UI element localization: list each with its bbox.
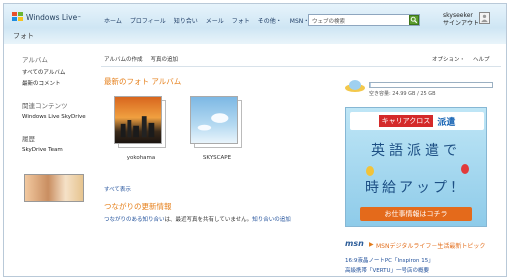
- add-contact-link[interactable]: 知り合いの追加: [252, 217, 291, 223]
- ad-brand: キャリアクロス 派遣: [350, 112, 484, 130]
- ad-banner[interactable]: キャリアクロス 派遣 英語派遣で 時給アップ！ お仕事情報はコチラ: [345, 107, 487, 227]
- nav-more[interactable]: その他・: [258, 16, 282, 25]
- nav-profile[interactable]: プロフィール: [130, 16, 166, 25]
- trademark: ™: [77, 14, 82, 20]
- brand-name: Windows Live: [26, 12, 78, 22]
- sidebar-item-all-albums[interactable]: すべてのアルバム: [22, 68, 92, 76]
- album-thumbnail: [190, 96, 238, 144]
- nav-home[interactable]: ホーム: [104, 16, 122, 25]
- header: Windows Live ™ フォト ホーム プロフィール 知り合い メール フォ…: [4, 4, 506, 44]
- sidebar-album-title: アルバム: [22, 56, 48, 64]
- recent-albums-title: 最新のフォト アルバム: [104, 77, 182, 86]
- ad-cta-button[interactable]: お仕事情報はコチラ: [360, 207, 472, 221]
- msn-title[interactable]: MSNデジタルライフ－生活最新トピック: [376, 241, 485, 250]
- balloon-icon: [366, 166, 374, 176]
- arrow-icon: ▶: [369, 241, 374, 248]
- sidebar-related-title: 関連コンテンツ: [22, 102, 68, 110]
- msn-logo[interactable]: msn: [345, 239, 364, 248]
- storage-bar: [369, 82, 493, 88]
- user-avatar-icon[interactable]: [479, 12, 490, 24]
- help-link[interactable]: ヘルプ: [473, 55, 490, 63]
- news-link-2[interactable]: 高級携帯「VERTU」一号店の概要: [345, 266, 429, 274]
- nav-msn[interactable]: MSN・: [290, 16, 309, 25]
- windows-live-logo[interactable]: Windows Live ™: [12, 12, 81, 22]
- browser-frame: Windows Live ™ フォト ホーム プロフィール 知り合い メール フォ…: [3, 3, 507, 277]
- nav-mail[interactable]: メール: [206, 16, 224, 25]
- updates-message: は、最近写真を共有していません。: [164, 217, 253, 223]
- nav-contacts[interactable]: 知り合い: [174, 16, 198, 25]
- signout-link[interactable]: サインアウト: [443, 20, 479, 28]
- sidebar: アルバム すべてのアルバム 最新のコメント 関連コンテンツ Windows Li…: [22, 54, 92, 156]
- connected-contacts-link[interactable]: つながりのある知り合い: [104, 217, 165, 223]
- divider: [101, 66, 501, 67]
- album-yokohama[interactable]: [114, 96, 168, 150]
- album-thumbnail: [114, 96, 162, 144]
- user-name[interactable]: skyseeker: [443, 12, 479, 20]
- storage-label: 空き容量: 24.99 GB / 25 GB: [369, 91, 436, 97]
- storage-icon: [345, 80, 365, 92]
- add-photos-button[interactable]: 写真の追加: [150, 55, 178, 63]
- sidebar-item-skydrive[interactable]: Windows Live SkyDrive: [22, 114, 92, 120]
- page-title: フォト: [13, 32, 34, 40]
- ad-brand-blue: 派遣: [437, 117, 456, 128]
- sidebar-item-recent-comments[interactable]: 最新のコメント: [22, 79, 92, 87]
- updates-line: つながりのある知り合いは、最近写真を共有していません。知り合いの追加: [104, 215, 291, 223]
- toolbar: アルバムの作成 写真の追加: [104, 55, 178, 63]
- nav-photos[interactable]: フォト: [232, 16, 250, 25]
- news-link-1[interactable]: 16:9液晶ノートPC「Inspiron 15」: [345, 256, 434, 264]
- ad-brand-red: キャリアクロス: [378, 115, 434, 127]
- updates-title: つながりの更新情報: [104, 202, 172, 211]
- search-button[interactable]: [409, 15, 419, 25]
- sidebar-ad-banner[interactable]: [24, 174, 84, 202]
- toolbar-right: オプション・ ヘルプ: [432, 55, 490, 63]
- album-label-skyscape[interactable]: SKYSCAPE: [187, 155, 247, 161]
- album-label-yokohama[interactable]: yokohama: [111, 155, 171, 161]
- ad-line2: 時給アップ！: [365, 180, 467, 196]
- options-menu[interactable]: オプション・: [432, 55, 465, 63]
- sidebar-history-title: 履歴: [22, 135, 35, 143]
- sidebar-item-skydrive-team[interactable]: SkyDrive Team: [22, 147, 92, 153]
- top-nav: ホーム プロフィール 知り合い メール フォト その他・ MSN・: [104, 16, 309, 25]
- search-input[interactable]: ウェブの検索: [308, 14, 420, 26]
- search-icon: [410, 16, 418, 24]
- windows-flag-icon: [12, 12, 23, 22]
- album-skyscape[interactable]: [190, 96, 244, 150]
- balloon-icon: [461, 164, 469, 174]
- create-album-button[interactable]: アルバムの作成: [104, 55, 142, 63]
- show-all-link[interactable]: すべて表示: [104, 185, 131, 193]
- ad-line1: 英語派遣で: [371, 143, 461, 159]
- user-area: skyseeker サインアウト: [443, 12, 479, 28]
